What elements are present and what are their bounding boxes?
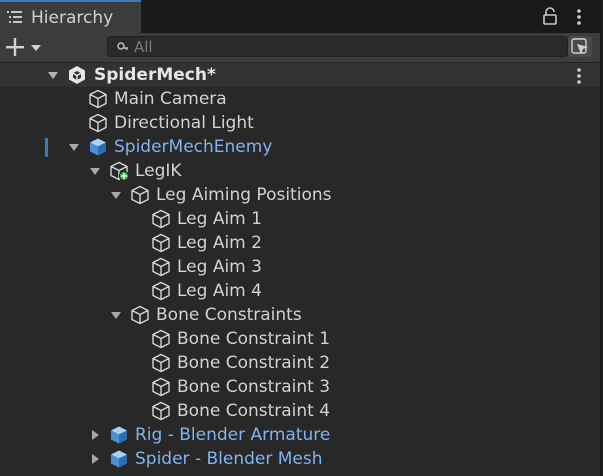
tree-item[interactable]: Bone Constraint 4 — [0, 399, 600, 423]
gameobject-icon — [89, 113, 107, 133]
tree-item-label: Rig - Blender Armature — [135, 425, 331, 445]
tree-item[interactable]: Bone Constraint 2 — [0, 351, 600, 375]
tree-item-label: Leg Aim 2 — [177, 233, 262, 253]
scene-picking-icon — [571, 38, 588, 54]
hierarchy-toolbar — [0, 33, 600, 63]
tree-item-label: Leg Aim 1 — [177, 209, 262, 229]
tree-item[interactable]: Leg Aim 2 — [0, 231, 600, 255]
tree-item[interactable]: Main Camera — [0, 87, 600, 111]
gameobject-icon — [131, 185, 149, 205]
collapse-arrow-icon[interactable] — [90, 454, 100, 464]
gameobject-icon — [152, 209, 170, 229]
search-field[interactable] — [107, 36, 568, 57]
more-options-icon[interactable] — [572, 8, 586, 26]
expand-arrow-icon[interactable] — [48, 70, 58, 80]
create-button[interactable] — [4, 36, 44, 58]
search-icon — [117, 42, 128, 50]
tree-item-label: Main Camera — [114, 89, 227, 109]
tree-item-label: Leg Aiming Positions — [156, 185, 332, 205]
prefab-override-bar — [45, 138, 48, 157]
tree-item-label: Directional Light — [114, 113, 254, 133]
hierarchy-window: Hierarchy All SpiderMech* Main Camera Di… — [0, 0, 601, 476]
hierarchy-list-icon — [7, 11, 22, 23]
scene-options-icon[interactable] — [572, 67, 586, 85]
plus-icon — [6, 38, 41, 56]
search-input[interactable] — [134, 37, 554, 56]
scene-name: SpiderMech* — [94, 65, 216, 85]
tab-hierarchy[interactable]: Hierarchy — [0, 0, 141, 33]
tree-item[interactable]: Leg Aim 3 — [0, 255, 600, 279]
gameobject-icon — [152, 233, 170, 253]
tab-label: Hierarchy — [31, 8, 114, 28]
gameobject-icon — [152, 401, 170, 421]
tab-bar: Hierarchy — [0, 0, 600, 33]
gameobject-icon — [131, 305, 149, 325]
tree-item[interactable]: Leg Aiming Positions — [0, 183, 600, 207]
gameobject-icon — [152, 281, 170, 301]
prefab-icon — [90, 138, 106, 156]
unity-scene-icon — [69, 66, 85, 84]
gameobject-icon — [152, 377, 170, 397]
tree-item[interactable]: Spider - Blender Mesh — [0, 447, 600, 471]
tree-item-label: Bone Constraint 3 — [177, 377, 331, 397]
gameobject-added-icon — [110, 161, 129, 181]
tree-item[interactable]: SpiderMechEnemy — [0, 135, 600, 159]
hierarchy-tree: SpiderMech* Main Camera Directional Light… — [0, 63, 600, 476]
tree-item[interactable]: Bone Constraint 1 — [0, 327, 600, 351]
lock-icon[interactable] — [543, 7, 557, 25]
tree-item[interactable]: LegIK — [0, 159, 600, 183]
tree-item-label: Bone Constraint 2 — [177, 353, 331, 373]
collapse-arrow-icon[interactable] — [90, 430, 100, 440]
tree-item[interactable]: Bone Constraints — [0, 303, 600, 327]
scene-picker-button[interactable] — [568, 36, 592, 57]
tree-item[interactable]: Directional Light — [0, 111, 600, 135]
prefab-icon — [111, 450, 127, 468]
scene-row[interactable]: SpiderMech* — [0, 63, 600, 87]
tree-item-label: LegIK — [135, 161, 182, 181]
expand-arrow-icon[interactable] — [111, 190, 121, 200]
tree-item[interactable]: Leg Aim 4 — [0, 279, 600, 303]
tree-item[interactable]: Bone Constraint 3 — [0, 375, 600, 399]
tree-item[interactable]: Leg Aim 1 — [0, 207, 600, 231]
tree-item-label: SpiderMechEnemy — [114, 137, 273, 157]
tree-item[interactable]: Rig - Blender Armature — [0, 423, 600, 447]
prefab-icon — [111, 426, 127, 444]
tree-item-label: Spider - Blender Mesh — [135, 449, 323, 469]
tree-item-label: Bone Constraints — [156, 305, 302, 325]
tree-item-label: Bone Constraint 4 — [177, 401, 331, 421]
expand-arrow-icon[interactable] — [90, 166, 100, 176]
gameobject-icon — [152, 329, 170, 349]
expand-arrow-icon[interactable] — [69, 142, 79, 152]
tree-item-label: Leg Aim 3 — [177, 257, 262, 277]
tree-item-label: Leg Aim 4 — [177, 281, 262, 301]
tree-item-label: Bone Constraint 1 — [177, 329, 331, 349]
gameobject-icon — [152, 353, 170, 373]
expand-arrow-icon[interactable] — [111, 310, 121, 320]
gameobject-icon — [152, 257, 170, 277]
gameobject-icon — [89, 89, 107, 109]
